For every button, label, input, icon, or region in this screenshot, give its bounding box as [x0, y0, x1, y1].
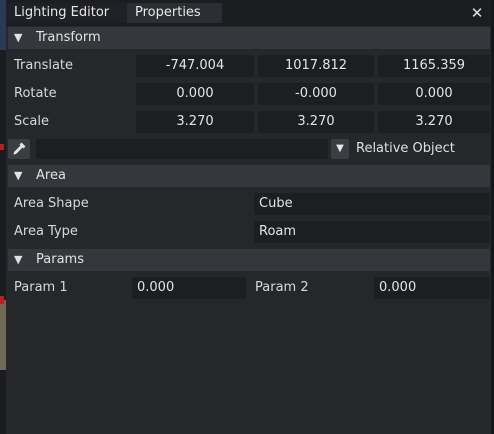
translate-label: Translate [14, 58, 74, 73]
scale-x-field[interactable]: 3.270 [136, 111, 254, 133]
transform-section-title: Transform [36, 30, 101, 45]
transform-section-header[interactable]: ▼ Transform [8, 27, 490, 49]
params-section-header[interactable]: ▼ Params [8, 249, 490, 271]
scale-z-field[interactable]: 3.270 [378, 111, 490, 133]
translate-x-field[interactable]: -747.004 [136, 55, 254, 77]
area-shape-field[interactable]: Cube [254, 193, 490, 215]
collapse-triangle-icon: ▼ [14, 31, 23, 44]
tab-bar: Lighting Editor Properties ✕ [6, 0, 491, 26]
collapse-triangle-icon: ▼ [14, 253, 23, 266]
rotate-label: Rotate [14, 86, 57, 101]
area-shape-label: Area Shape [14, 196, 89, 211]
scale-y-field[interactable]: 3.270 [258, 111, 374, 133]
area-section-header[interactable]: ▼ Area [8, 165, 490, 187]
relative-object-field[interactable] [36, 139, 328, 159]
viewport-edge [0, 0, 6, 434]
close-icon[interactable]: ✕ [467, 3, 487, 23]
translate-y-field[interactable]: 1017.812 [258, 55, 374, 77]
params-section-title: Params [36, 252, 84, 267]
tab-lighting-editor[interactable]: Lighting Editor [6, 3, 129, 23]
eyedropper-icon[interactable] [8, 139, 30, 159]
relative-object-dropdown-icon[interactable]: ▼ [331, 139, 349, 159]
rotate-x-field[interactable]: 0.000 [136, 83, 254, 105]
param1-field[interactable]: 0.000 [132, 277, 246, 299]
area-type-field[interactable]: Roam [254, 221, 490, 243]
area-section-title: Area [36, 168, 66, 183]
param1-label: Param 1 [14, 280, 68, 295]
translate-z-field[interactable]: 1165.359 [378, 55, 490, 77]
param2-field[interactable]: 0.000 [374, 277, 490, 299]
collapse-triangle-icon: ▼ [14, 169, 23, 182]
param2-label: Param 2 [255, 280, 309, 295]
rotate-y-field[interactable]: -0.000 [258, 83, 374, 105]
area-type-label: Area Type [14, 224, 78, 239]
relative-object-label: Relative Object [356, 141, 455, 156]
rotate-z-field[interactable]: 0.000 [378, 83, 490, 105]
tab-properties[interactable]: Properties [127, 3, 222, 23]
scale-label: Scale [14, 114, 49, 129]
